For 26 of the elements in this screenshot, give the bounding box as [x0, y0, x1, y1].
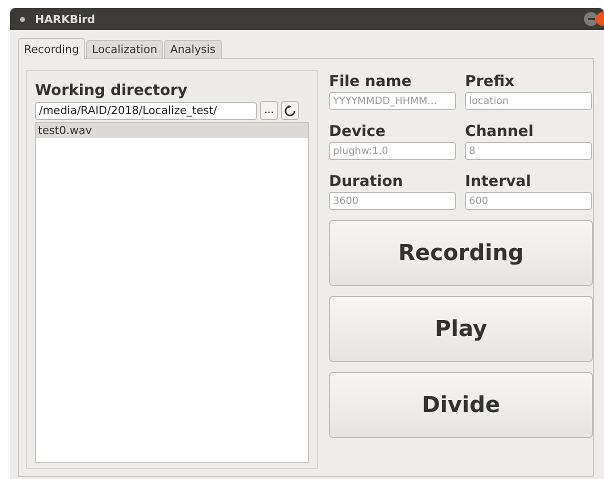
window-menu-icon[interactable] — [20, 16, 25, 22]
action-button[interactable]: Divide — [329, 372, 593, 438]
tab[interactable]: Recording — [18, 38, 86, 59]
field-label: Device — [329, 122, 387, 140]
field-label: File name — [329, 72, 413, 90]
browse-button[interactable]: ... — [260, 101, 278, 120]
input-field[interactable]: location — [465, 92, 592, 110]
field-label: Interval — [465, 172, 532, 190]
field-label: Duration — [329, 172, 404, 190]
directory-field[interactable]: /media/RAID/2018/Localize_test/ — [35, 102, 257, 120]
refresh-button[interactable] — [281, 101, 299, 120]
input-field[interactable]: YYYYMMDD_HHMM... — [329, 92, 456, 110]
section-heading: Working directory — [35, 81, 188, 99]
input-field[interactable]: 600 — [465, 192, 592, 210]
input-field[interactable]: plughw:1,0 — [329, 142, 456, 160]
minimize-icon[interactable] — [584, 12, 598, 26]
action-button[interactable]: Play — [329, 296, 593, 362]
action-button[interactable]: Recording — [329, 220, 593, 286]
tab[interactable]: Analysis — [164, 40, 222, 58]
file-item[interactable]: test0.wav — [36, 123, 308, 138]
input-field[interactable]: 8 — [465, 142, 592, 160]
tab[interactable]: Localization — [86, 40, 164, 58]
input-field[interactable]: 3600 — [329, 192, 456, 210]
field-label: Prefix — [465, 72, 516, 90]
window-title: HARKBird — [35, 12, 96, 26]
field-label: Channel — [465, 122, 534, 140]
